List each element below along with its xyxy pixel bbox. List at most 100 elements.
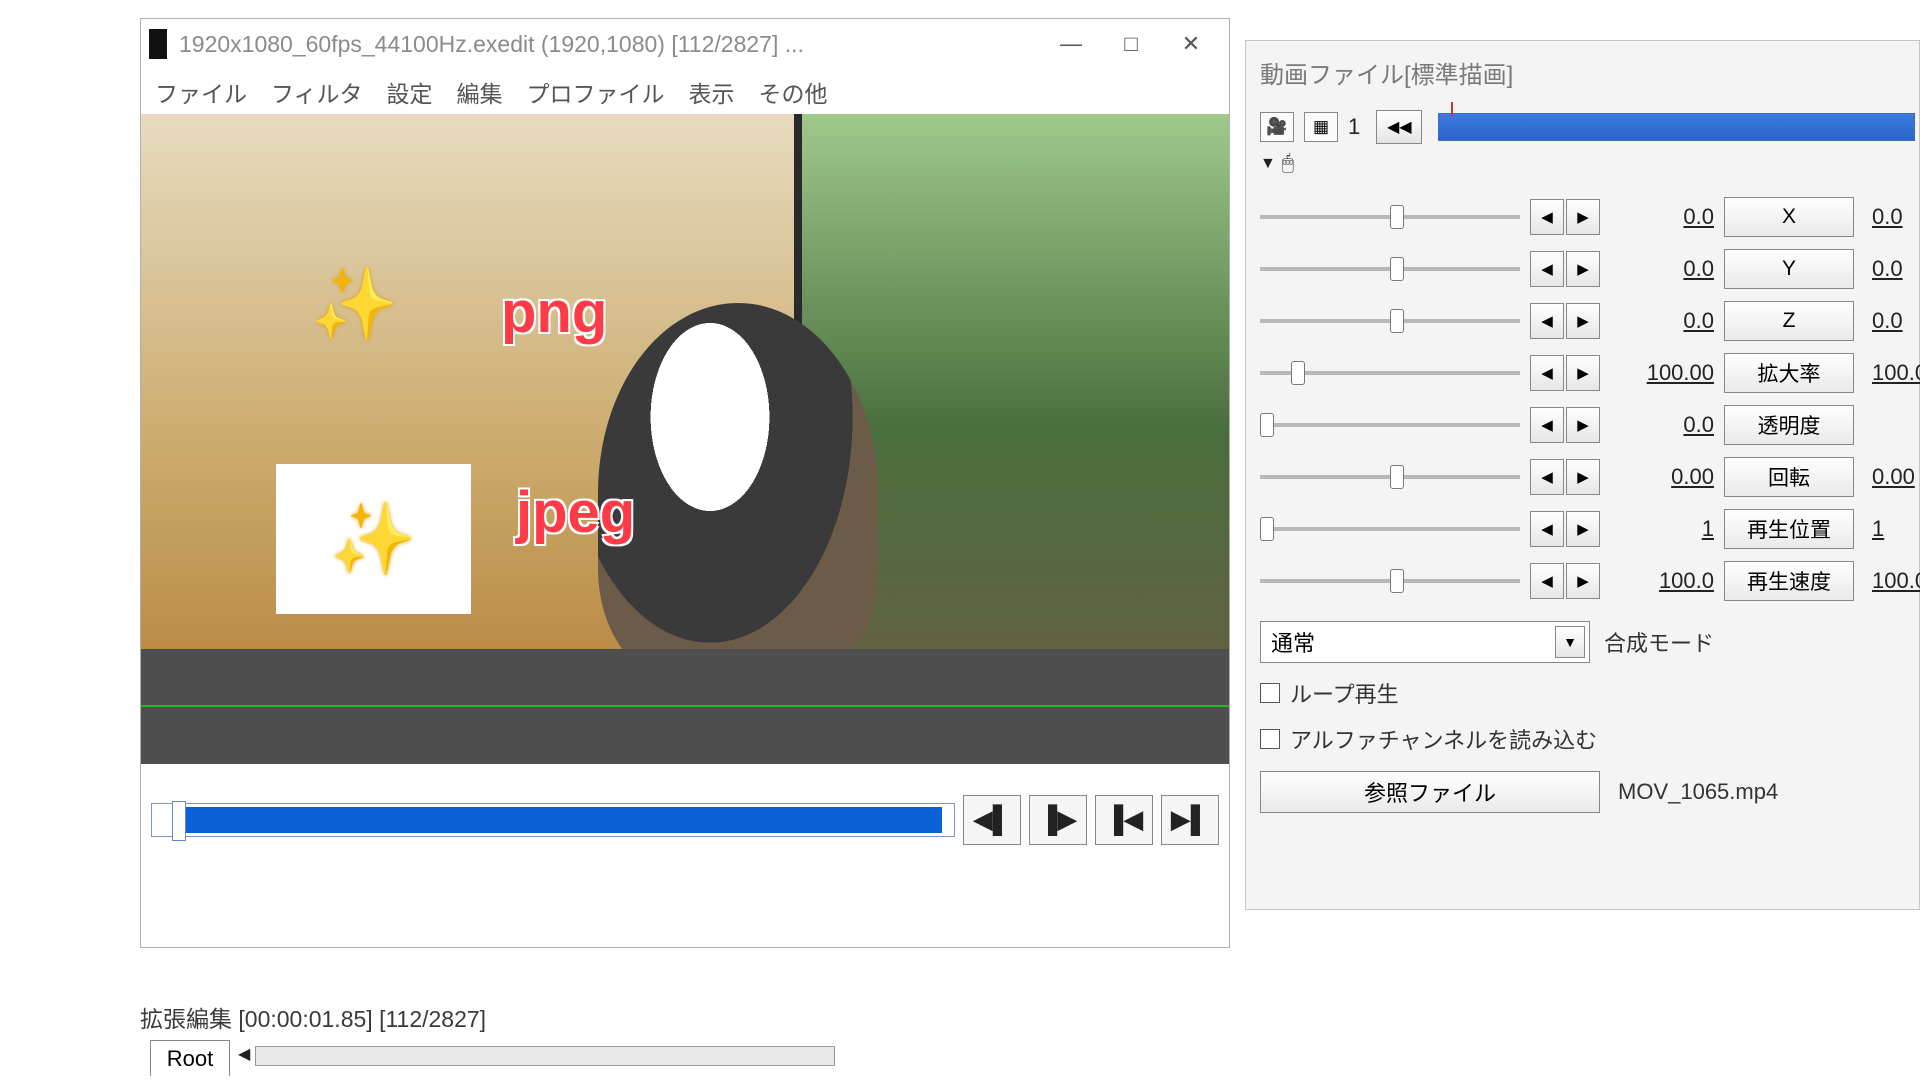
param-value-z[interactable]: 0.0 — [1614, 308, 1714, 334]
frame-rewind-button[interactable]: ◀◀ — [1376, 110, 1422, 144]
properties-toolbar: 🎥 ▦ 1 ◀◀ — [1260, 110, 1915, 144]
param-slider-y[interactable] — [1260, 255, 1520, 283]
menu-profile[interactable]: プロファイル — [527, 75, 665, 109]
param-value-rotate[interactable]: 0.00 — [1614, 464, 1714, 490]
param-slider-speed[interactable] — [1260, 567, 1520, 595]
param-value2-z[interactable]: 0.0 — [1864, 308, 1920, 334]
slider-thumb[interactable] — [1260, 413, 1274, 437]
param-value-scale[interactable]: 100.00 — [1614, 360, 1714, 386]
close-button[interactable]: ✕ — [1161, 24, 1221, 64]
step-down-button[interactable]: ◀ — [1530, 251, 1564, 287]
grid-icon[interactable]: ▦ — [1304, 112, 1338, 142]
param-label-rotate[interactable]: 回転 — [1724, 457, 1854, 497]
dropdown-icon[interactable]: ▼ — [1555, 626, 1585, 658]
seek-slider[interactable] — [151, 803, 955, 837]
timeline-panel: Root ◀ — [130, 1040, 930, 1080]
step-up-button[interactable]: ▶ — [1566, 251, 1600, 287]
menu-settings[interactable]: 設定 — [387, 75, 433, 109]
param-value2-playpos[interactable]: 1 — [1864, 516, 1920, 542]
frame-slider[interactable] — [1438, 113, 1915, 141]
maximize-button[interactable]: □ — [1101, 24, 1161, 64]
step-down-button[interactable]: ◀ — [1530, 407, 1564, 443]
transport-bar: ◀▌ ▐▶ ▐◀ ▶▌ — [141, 777, 1229, 852]
param-row-speed: ◀▶100.0再生速度100.0 — [1260, 555, 1915, 607]
param-label-speed[interactable]: 再生速度 — [1724, 561, 1854, 601]
step-up-button[interactable]: ▶ — [1566, 511, 1600, 547]
param-value2-speed[interactable]: 100.0 — [1864, 568, 1920, 594]
param-label-z[interactable]: Z — [1724, 301, 1854, 341]
blend-mode-select[interactable]: 通常 ▼ — [1260, 621, 1590, 663]
seek-thumb[interactable] — [172, 801, 186, 841]
reference-file-button[interactable]: 参照ファイル — [1260, 771, 1600, 813]
param-label-y[interactable]: Y — [1724, 249, 1854, 289]
alpha-checkbox[interactable] — [1260, 729, 1280, 749]
slider-track — [1260, 527, 1520, 531]
slider-thumb[interactable] — [1390, 257, 1404, 281]
slider-thumb[interactable] — [1390, 309, 1404, 333]
param-row-rotate: ◀▶0.00回転0.00 — [1260, 451, 1915, 503]
step-down-button[interactable]: ◀ — [1530, 355, 1564, 391]
menu-edit[interactable]: 編集 — [457, 75, 503, 109]
step-down-button[interactable]: ◀ — [1530, 199, 1564, 235]
slider-thumb[interactable] — [1390, 569, 1404, 593]
loop-checkbox[interactable] — [1260, 683, 1280, 703]
param-value-playpos[interactable]: 1 — [1614, 516, 1714, 542]
scroll-left-icon[interactable]: ◀ — [238, 1044, 250, 1064]
param-slider-alpha[interactable] — [1260, 411, 1520, 439]
slider-thumb[interactable] — [1291, 361, 1305, 385]
param-slider-playpos[interactable] — [1260, 515, 1520, 543]
goto-start-button[interactable]: ▐◀ — [1095, 795, 1153, 845]
param-value-speed[interactable]: 100.0 — [1614, 568, 1714, 594]
param-value-x[interactable]: 0.0 — [1614, 204, 1714, 230]
sparkle-icon: ✨ — [330, 504, 417, 574]
menu-filter[interactable]: フィルタ — [271, 75, 363, 109]
step-up-button[interactable]: ▶ — [1566, 303, 1600, 339]
reference-file-name: MOV_1065.mp4 — [1618, 779, 1778, 805]
step-up-button[interactable]: ▶ — [1566, 563, 1600, 599]
param-slider-x[interactable] — [1260, 203, 1520, 231]
slider-thumb[interactable] — [1390, 465, 1404, 489]
param-label-playpos[interactable]: 再生位置 — [1724, 509, 1854, 549]
param-value2-rotate[interactable]: 0.00 — [1864, 464, 1920, 490]
blend-mode-label: 合成モード — [1604, 626, 1714, 658]
mouse-toggle[interactable]: ▼ 🖱 — [1260, 152, 1915, 175]
window-controls: — □ ✕ — [1041, 24, 1221, 64]
param-slider-z[interactable] — [1260, 307, 1520, 335]
step-forward-button[interactable]: ▐▶ — [1029, 795, 1087, 845]
param-row-z: ◀▶0.0Z0.0 — [1260, 295, 1915, 347]
timeline-ruler[interactable] — [255, 1046, 835, 1066]
param-label-scale[interactable]: 拡大率 — [1724, 353, 1854, 393]
step-down-button[interactable]: ◀ — [1530, 303, 1564, 339]
param-value-alpha[interactable]: 0.0 — [1614, 412, 1714, 438]
step-up-button[interactable]: ▶ — [1566, 355, 1600, 391]
menu-view[interactable]: 表示 — [689, 75, 735, 109]
param-slider-rotate[interactable] — [1260, 463, 1520, 491]
step-up-button[interactable]: ▶ — [1566, 407, 1600, 443]
frame-slider-marker — [1451, 102, 1453, 116]
step-down-button[interactable]: ◀ — [1530, 459, 1564, 495]
step-down-button[interactable]: ◀ — [1530, 563, 1564, 599]
camera-icon[interactable]: 🎥 — [1260, 112, 1294, 142]
param-value2-y[interactable]: 0.0 — [1864, 256, 1920, 282]
step-down-button[interactable]: ◀ — [1530, 511, 1564, 547]
param-slider-scale[interactable] — [1260, 359, 1520, 387]
menu-other[interactable]: その他 — [759, 75, 828, 109]
editor-window: 1920x1080_60fps_44100Hz.exedit (1920,108… — [140, 18, 1230, 948]
window-title: 1920x1080_60fps_44100Hz.exedit (1920,108… — [179, 31, 1041, 58]
menu-file[interactable]: ファイル — [155, 75, 247, 109]
param-value2-x[interactable]: 0.0 — [1864, 204, 1920, 230]
param-label-alpha[interactable]: 透明度 — [1724, 405, 1854, 445]
step-up-button[interactable]: ▶ — [1566, 199, 1600, 235]
step-back-button[interactable]: ◀▌ — [963, 795, 1021, 845]
goto-end-button[interactable]: ▶▌ — [1161, 795, 1219, 845]
step-up-button[interactable]: ▶ — [1566, 459, 1600, 495]
slider-thumb[interactable] — [1260, 517, 1274, 541]
slider-thumb[interactable] — [1390, 205, 1404, 229]
param-label-x[interactable]: X — [1724, 197, 1854, 237]
reference-row: 参照ファイル MOV_1065.mp4 — [1260, 771, 1915, 813]
param-value2-scale[interactable]: 100.0 — [1864, 360, 1920, 386]
minimize-button[interactable]: — — [1041, 24, 1101, 64]
blend-row: 通常 ▼ 合成モード — [1260, 621, 1915, 663]
param-value-y[interactable]: 0.0 — [1614, 256, 1714, 282]
timeline-root-tab[interactable]: Root — [150, 1040, 230, 1076]
